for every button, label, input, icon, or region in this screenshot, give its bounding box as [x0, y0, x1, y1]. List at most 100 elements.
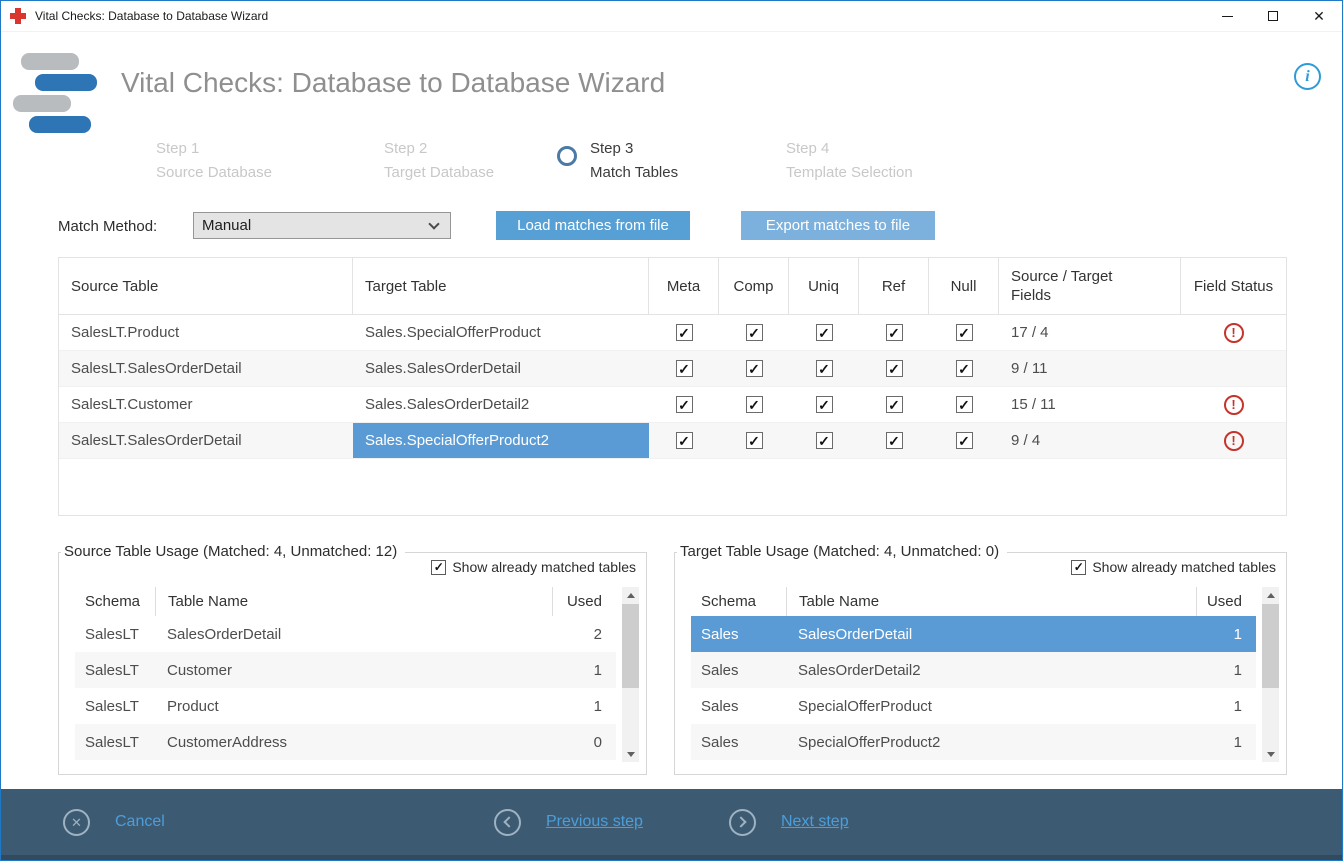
null-checkbox[interactable] [956, 360, 973, 377]
list-item[interactable]: Sales SpecialOfferProduct 1 [691, 688, 1256, 724]
col-header-table-name: Table Name [155, 587, 552, 616]
comp-checkbox[interactable] [746, 396, 763, 413]
titlebar[interactable]: Vital Checks: Database to Database Wizar… [1, 1, 1342, 32]
table-name-cell: SalesOrderDetail [786, 616, 1196, 652]
meta-checkbox[interactable] [676, 432, 693, 449]
schema-cell: Sales [691, 724, 786, 760]
warning-icon[interactable] [1224, 431, 1244, 451]
meta-checkbox[interactable] [676, 324, 693, 341]
col-header-field-status: Field Status [1181, 258, 1286, 314]
source-show-matched-toggle[interactable]: Show already matched tables [431, 559, 636, 575]
ref-checkbox[interactable] [886, 396, 903, 413]
list-item[interactable]: Sales SalesOrderDetail2 1 [691, 652, 1256, 688]
source-table-cell[interactable]: SalesLT.SalesOrderDetail [59, 423, 353, 458]
logo-bar [21, 53, 79, 70]
source-usage-scrollbar[interactable] [622, 587, 639, 762]
list-item-selected[interactable]: Sales SalesOrderDetail 1 [691, 616, 1256, 652]
target-usage-header: Schema Table Name Used [691, 587, 1256, 616]
comp-checkbox[interactable] [746, 324, 763, 341]
warning-icon[interactable] [1224, 395, 1244, 415]
info-icon[interactable]: i [1294, 63, 1321, 90]
list-item[interactable]: SalesLT Product 1 [75, 688, 616, 724]
scroll-up-icon[interactable] [622, 587, 639, 603]
used-count-cell: 1 [1196, 652, 1256, 688]
table-name-cell: CustomerAddress [155, 724, 552, 760]
uniq-checkbox[interactable] [816, 432, 833, 449]
used-count-cell: 1 [552, 688, 616, 724]
schema-cell: SalesLT [75, 616, 155, 652]
ref-checkbox[interactable] [886, 324, 903, 341]
export-matches-button[interactable]: Export matches to file [741, 211, 935, 240]
checkbox-checked-icon[interactable] [431, 560, 446, 575]
list-item[interactable]: SalesLT CustomerAddress 0 [75, 724, 616, 760]
null-checkbox[interactable] [956, 396, 973, 413]
uniq-checkbox[interactable] [816, 396, 833, 413]
null-checkbox[interactable] [956, 432, 973, 449]
scroll-down-icon[interactable] [1262, 746, 1279, 762]
maximize-button[interactable] [1250, 1, 1296, 31]
step-3-label: Step 3 [590, 137, 678, 161]
target-show-matched-toggle[interactable]: Show already matched tables [1071, 559, 1276, 575]
scroll-up-icon[interactable] [1262, 587, 1279, 603]
minimize-button[interactable] [1204, 1, 1250, 31]
table-row[interactable]: SalesLT.Customer Sales.SalesOrderDetail2… [59, 387, 1286, 423]
null-checkbox[interactable] [956, 324, 973, 341]
list-item[interactable]: Sales SpecialOfferProduct2 1 [691, 724, 1256, 760]
table-name-cell: SpecialOfferProduct [786, 688, 1196, 724]
col-header-target-table: Target Table [353, 258, 649, 314]
meta-checkbox[interactable] [676, 396, 693, 413]
warning-icon[interactable] [1224, 323, 1244, 343]
meta-checkbox[interactable] [676, 360, 693, 377]
schema-cell: SalesLT [75, 724, 155, 760]
table-row[interactable]: SalesLT.Product Sales.SpecialOfferProduc… [59, 315, 1286, 351]
uniq-checkbox[interactable] [816, 360, 833, 377]
list-item[interactable]: SalesLT SalesOrderDetail 2 [75, 616, 616, 652]
chevron-left-icon [494, 809, 521, 836]
close-icon: ✕ [1313, 9, 1325, 23]
col-header-table-name: Table Name [786, 587, 1196, 616]
list-item[interactable]: SalesLT Customer 1 [75, 652, 616, 688]
comp-checkbox[interactable] [746, 432, 763, 449]
ref-checkbox[interactable] [886, 432, 903, 449]
source-table-cell[interactable]: SalesLT.Product [59, 315, 353, 350]
checkbox-checked-icon[interactable] [1071, 560, 1086, 575]
logo-bar [13, 95, 71, 112]
col-header-fields: Source / Target Fields [999, 258, 1181, 314]
page-title: Vital Checks: Database to Database Wizar… [121, 67, 665, 99]
col-header-meta: Meta [649, 258, 719, 314]
next-step-button[interactable]: Next step [729, 789, 849, 855]
scrollbar-thumb[interactable] [1262, 604, 1279, 688]
used-count-cell: 1 [1196, 688, 1256, 724]
close-button[interactable]: ✕ [1296, 1, 1342, 31]
source-table-cell[interactable]: SalesLT.SalesOrderDetail [59, 351, 353, 386]
ref-checkbox[interactable] [886, 360, 903, 377]
table-name-cell: Customer [155, 652, 552, 688]
schema-cell: SalesLT [75, 688, 155, 724]
uniq-checkbox[interactable] [816, 324, 833, 341]
previous-step-button[interactable]: Previous step [494, 789, 643, 855]
col-header-used: Used [552, 587, 616, 616]
comp-checkbox[interactable] [746, 360, 763, 377]
target-table-cell[interactable]: Sales.SpecialOfferProduct [353, 315, 649, 350]
step-2: Step 2 Target Database [384, 137, 494, 185]
target-table-cell[interactable]: Sales.SalesOrderDetail2 [353, 387, 649, 422]
target-usage-panel: Target Table Usage (Matched: 4, Unmatche… [674, 552, 1287, 775]
match-method-dropdown[interactable]: Manual [193, 212, 451, 239]
target-usage-scrollbar[interactable] [1262, 587, 1279, 762]
target-table-cell-selected[interactable]: Sales.SpecialOfferProduct2 [353, 423, 649, 458]
window-title: Vital Checks: Database to Database Wizar… [35, 9, 268, 23]
source-usage-header: Schema Table Name Used [75, 587, 616, 616]
fields-count-cell: 9 / 4 [999, 423, 1181, 458]
step-active-icon [557, 146, 577, 166]
scrollbar-thumb[interactable] [622, 604, 639, 688]
scroll-down-icon[interactable] [622, 746, 639, 762]
target-table-cell[interactable]: Sales.SalesOrderDetail [353, 351, 649, 386]
cancel-button[interactable]: ✕ Cancel [63, 789, 165, 855]
table-row[interactable]: SalesLT.SalesOrderDetail Sales.SalesOrde… [59, 351, 1286, 387]
footer-bar: ✕ Cancel Previous step Next step [1, 789, 1342, 860]
chevron-down-icon [428, 218, 439, 229]
source-table-cell[interactable]: SalesLT.Customer [59, 387, 353, 422]
app-icon [10, 8, 26, 24]
table-row[interactable]: SalesLT.SalesOrderDetail Sales.SpecialOf… [59, 423, 1286, 459]
load-matches-button[interactable]: Load matches from file [496, 211, 690, 240]
